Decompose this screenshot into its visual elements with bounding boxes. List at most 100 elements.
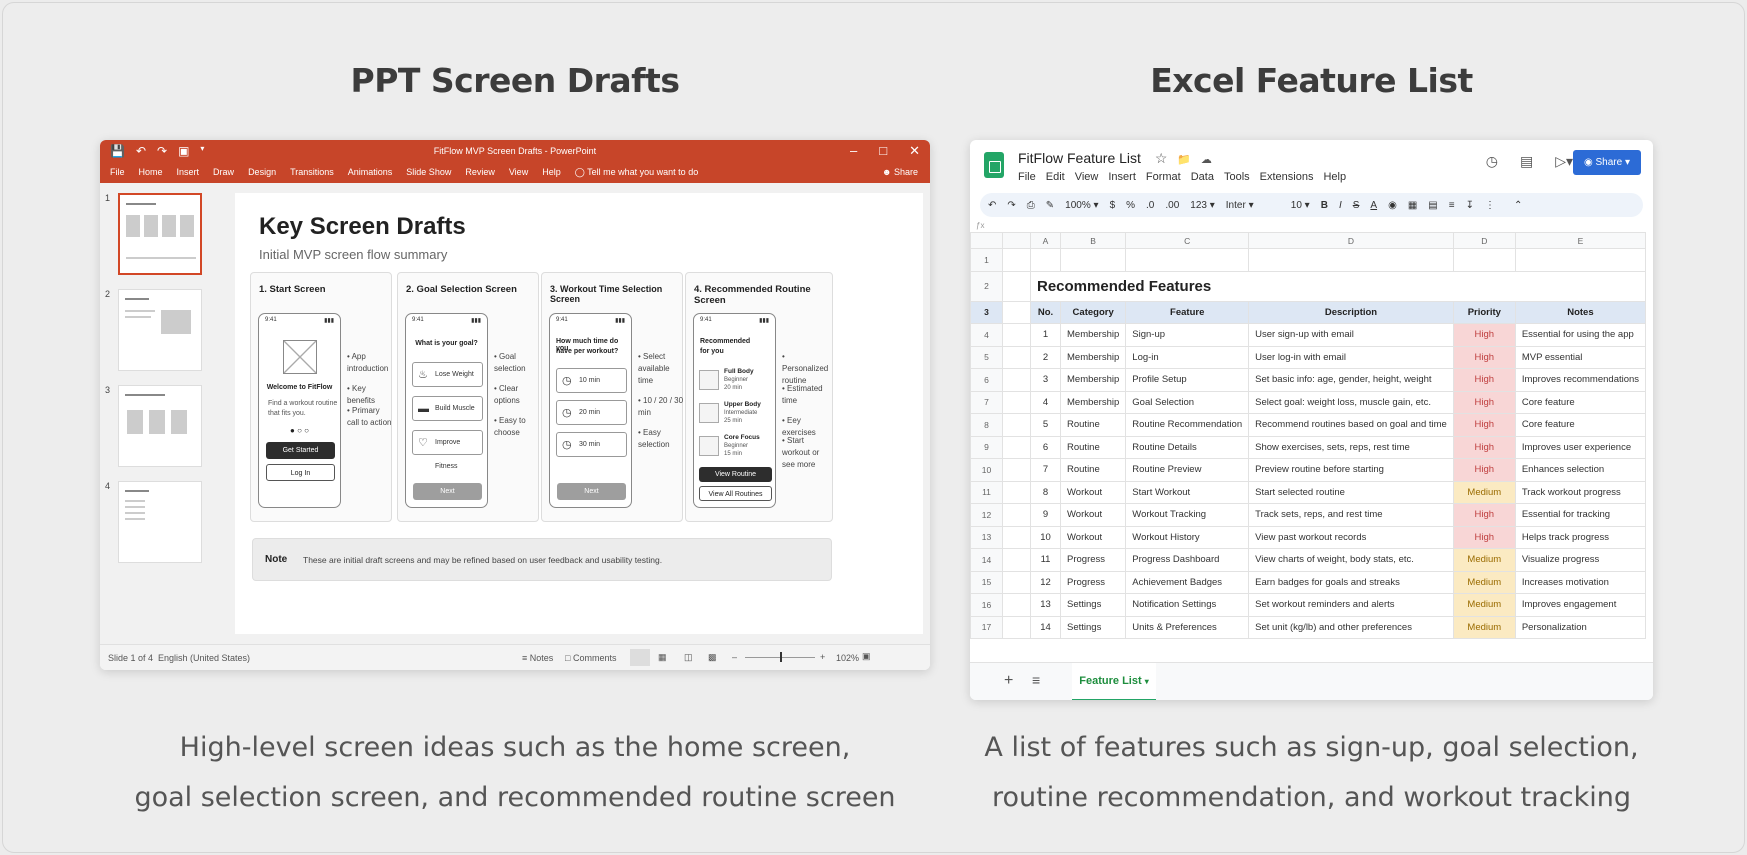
no-cell[interactable]: 9 xyxy=(1030,503,1061,527)
priority-cell[interactable]: Medium xyxy=(1452,480,1516,504)
column-header[interactable]: A xyxy=(1030,232,1061,249)
priority-cell[interactable]: Medium xyxy=(1452,548,1516,572)
merge-cells-icon[interactable]: ▤ xyxy=(1428,200,1437,211)
no-cell[interactable]: 13 xyxy=(1030,593,1061,617)
empty-cell[interactable] xyxy=(1002,300,1031,324)
priority-cell[interactable]: Medium xyxy=(1452,593,1516,617)
next-button[interactable]: Next xyxy=(413,483,482,500)
video-call-icon[interactable]: ▷▾ xyxy=(1555,153,1573,170)
empty-cell[interactable] xyxy=(1002,368,1031,392)
menu-insert[interactable]: Insert xyxy=(1108,171,1136,183)
no-cell[interactable]: 10 xyxy=(1030,525,1061,549)
italic-icon[interactable]: I xyxy=(1339,200,1342,211)
sheets-logo-icon[interactable] xyxy=(984,152,1004,178)
category-cell[interactable]: Progress xyxy=(1059,570,1127,594)
all-sheets-icon[interactable]: ≡ xyxy=(1032,672,1040,688)
zoom-select[interactable]: 100% ▾ xyxy=(1065,200,1098,211)
more-options-icon[interactable]: ⋮ xyxy=(1485,200,1495,211)
description-cell[interactable]: Select goal: weight loss, muscle gain, e… xyxy=(1248,390,1454,414)
file-name[interactable]: FitFlow Feature List ☆ 📁 ☁ xyxy=(1018,150,1212,167)
priority-cell[interactable]: High xyxy=(1452,503,1516,527)
time-option-30[interactable]: ◷ 30 min xyxy=(556,432,627,457)
time-option-10[interactable]: ◷ 10 min xyxy=(556,368,627,393)
feature-cell[interactable]: Log-in xyxy=(1125,345,1250,369)
ribbon-tab-transitions[interactable]: Transitions xyxy=(290,167,334,178)
empty-cell[interactable] xyxy=(1002,435,1031,459)
priority-cell[interactable]: High xyxy=(1452,345,1516,369)
notes-cell[interactable]: Enhances selection xyxy=(1514,458,1647,482)
no-cell[interactable]: 2 xyxy=(1030,345,1061,369)
row-number[interactable]: 17 xyxy=(970,615,1003,639)
ribbon-tab-help[interactable]: Help xyxy=(542,167,561,178)
slide-thumbnail-2[interactable] xyxy=(118,289,202,371)
fit-to-window-icon[interactable]: ▣ xyxy=(862,651,871,662)
empty-cell[interactable] xyxy=(1452,248,1516,272)
column-header[interactable]: B xyxy=(1059,232,1127,249)
slide-thumbnail-4[interactable] xyxy=(118,481,202,563)
no-cell[interactable]: 3 xyxy=(1030,368,1061,392)
history-icon[interactable]: ◷ xyxy=(1486,153,1498,170)
row-number[interactable]: 2 xyxy=(970,270,1003,302)
no-cell[interactable]: 8 xyxy=(1030,480,1061,504)
cloud-status-icon[interactable]: ☁ xyxy=(1201,154,1212,166)
category-cell[interactable]: Membership xyxy=(1059,323,1127,347)
notes-cell[interactable]: Improves recommendations xyxy=(1514,368,1647,392)
sheet-tab-feature-list[interactable]: Feature List ▾ xyxy=(1072,663,1156,700)
slide-sorter-icon[interactable]: ▦ xyxy=(658,652,667,663)
minimize-icon[interactable]: – xyxy=(850,143,857,159)
description-cell[interactable]: Track sets, reps, and rest time xyxy=(1248,503,1454,527)
empty-cell[interactable] xyxy=(1002,503,1031,527)
priority-cell[interactable]: Medium xyxy=(1452,615,1516,639)
empty-cell[interactable] xyxy=(1514,248,1647,272)
priority-cell[interactable]: High xyxy=(1452,390,1516,414)
feature-cell[interactable]: Goal Selection xyxy=(1125,390,1250,414)
feature-cell[interactable]: Units & Preferences xyxy=(1125,615,1250,639)
category-cell[interactable]: Workout xyxy=(1059,480,1127,504)
empty-cell[interactable] xyxy=(1002,413,1031,437)
priority-cell[interactable]: High xyxy=(1452,435,1516,459)
feature-cell[interactable]: Notification Settings xyxy=(1125,593,1250,617)
feature-cell[interactable]: Profile Setup xyxy=(1125,368,1250,392)
view-all-routines-button[interactable]: View All Routines xyxy=(699,486,772,501)
font-select[interactable]: Inter ▾ xyxy=(1226,200,1280,211)
priority-cell[interactable]: Medium xyxy=(1452,570,1516,594)
empty-cell[interactable] xyxy=(1248,248,1454,272)
time-option-20[interactable]: ◷ 20 min xyxy=(556,400,627,425)
collapse-toolbar-icon[interactable]: ⌃ xyxy=(1514,200,1522,211)
strikethrough-icon[interactable]: S xyxy=(1353,200,1360,211)
header-cell[interactable]: Priority xyxy=(1452,300,1516,324)
feature-cell[interactable]: Sign-up xyxy=(1125,323,1250,347)
no-cell[interactable]: 1 xyxy=(1030,323,1061,347)
category-cell[interactable]: Membership xyxy=(1059,345,1127,369)
notes-cell[interactable]: Increases motivation xyxy=(1514,570,1647,594)
ribbon-tab-slide-show[interactable]: Slide Show xyxy=(406,167,451,178)
row-number[interactable]: 12 xyxy=(970,503,1003,527)
empty-cell[interactable] xyxy=(1002,390,1031,414)
column-header[interactable] xyxy=(1002,232,1031,249)
menu-help[interactable]: Help xyxy=(1323,171,1346,183)
goal-option-build-muscle[interactable]: ▬ Build Muscle xyxy=(412,396,483,421)
description-cell[interactable]: Set workout reminders and alerts xyxy=(1248,593,1454,617)
slideshow-icon[interactable]: ▩ xyxy=(708,652,717,663)
empty-cell[interactable] xyxy=(1002,570,1031,594)
notes-cell[interactable]: Personalization xyxy=(1514,615,1647,639)
zoom-level[interactable]: 102% xyxy=(836,653,859,663)
notes-button[interactable]: ≡ Notes xyxy=(522,653,553,663)
increase-decimal-button[interactable]: .00 xyxy=(1165,200,1179,211)
no-cell[interactable]: 7 xyxy=(1030,458,1061,482)
no-cell[interactable]: 11 xyxy=(1030,548,1061,572)
column-header[interactable]: E xyxy=(1514,232,1647,249)
print-icon[interactable]: ⎙ xyxy=(1027,200,1035,211)
empty-cell[interactable] xyxy=(1002,270,1031,302)
maximize-icon[interactable]: □ xyxy=(879,143,887,159)
currency-button[interactable]: $ xyxy=(1110,200,1116,211)
empty-cell[interactable] xyxy=(1002,525,1031,549)
column-header[interactable]: D xyxy=(1452,232,1516,249)
row-number[interactable]: 9 xyxy=(970,435,1003,459)
ribbon-tab-file[interactable]: File xyxy=(110,167,125,178)
empty-cell[interactable] xyxy=(1002,248,1031,272)
share-button[interactable]: ◉ Share ▾ xyxy=(1573,150,1641,175)
menu-extensions[interactable]: Extensions xyxy=(1260,171,1314,183)
row-number[interactable]: 14 xyxy=(970,548,1003,572)
menu-format[interactable]: Format xyxy=(1146,171,1181,183)
